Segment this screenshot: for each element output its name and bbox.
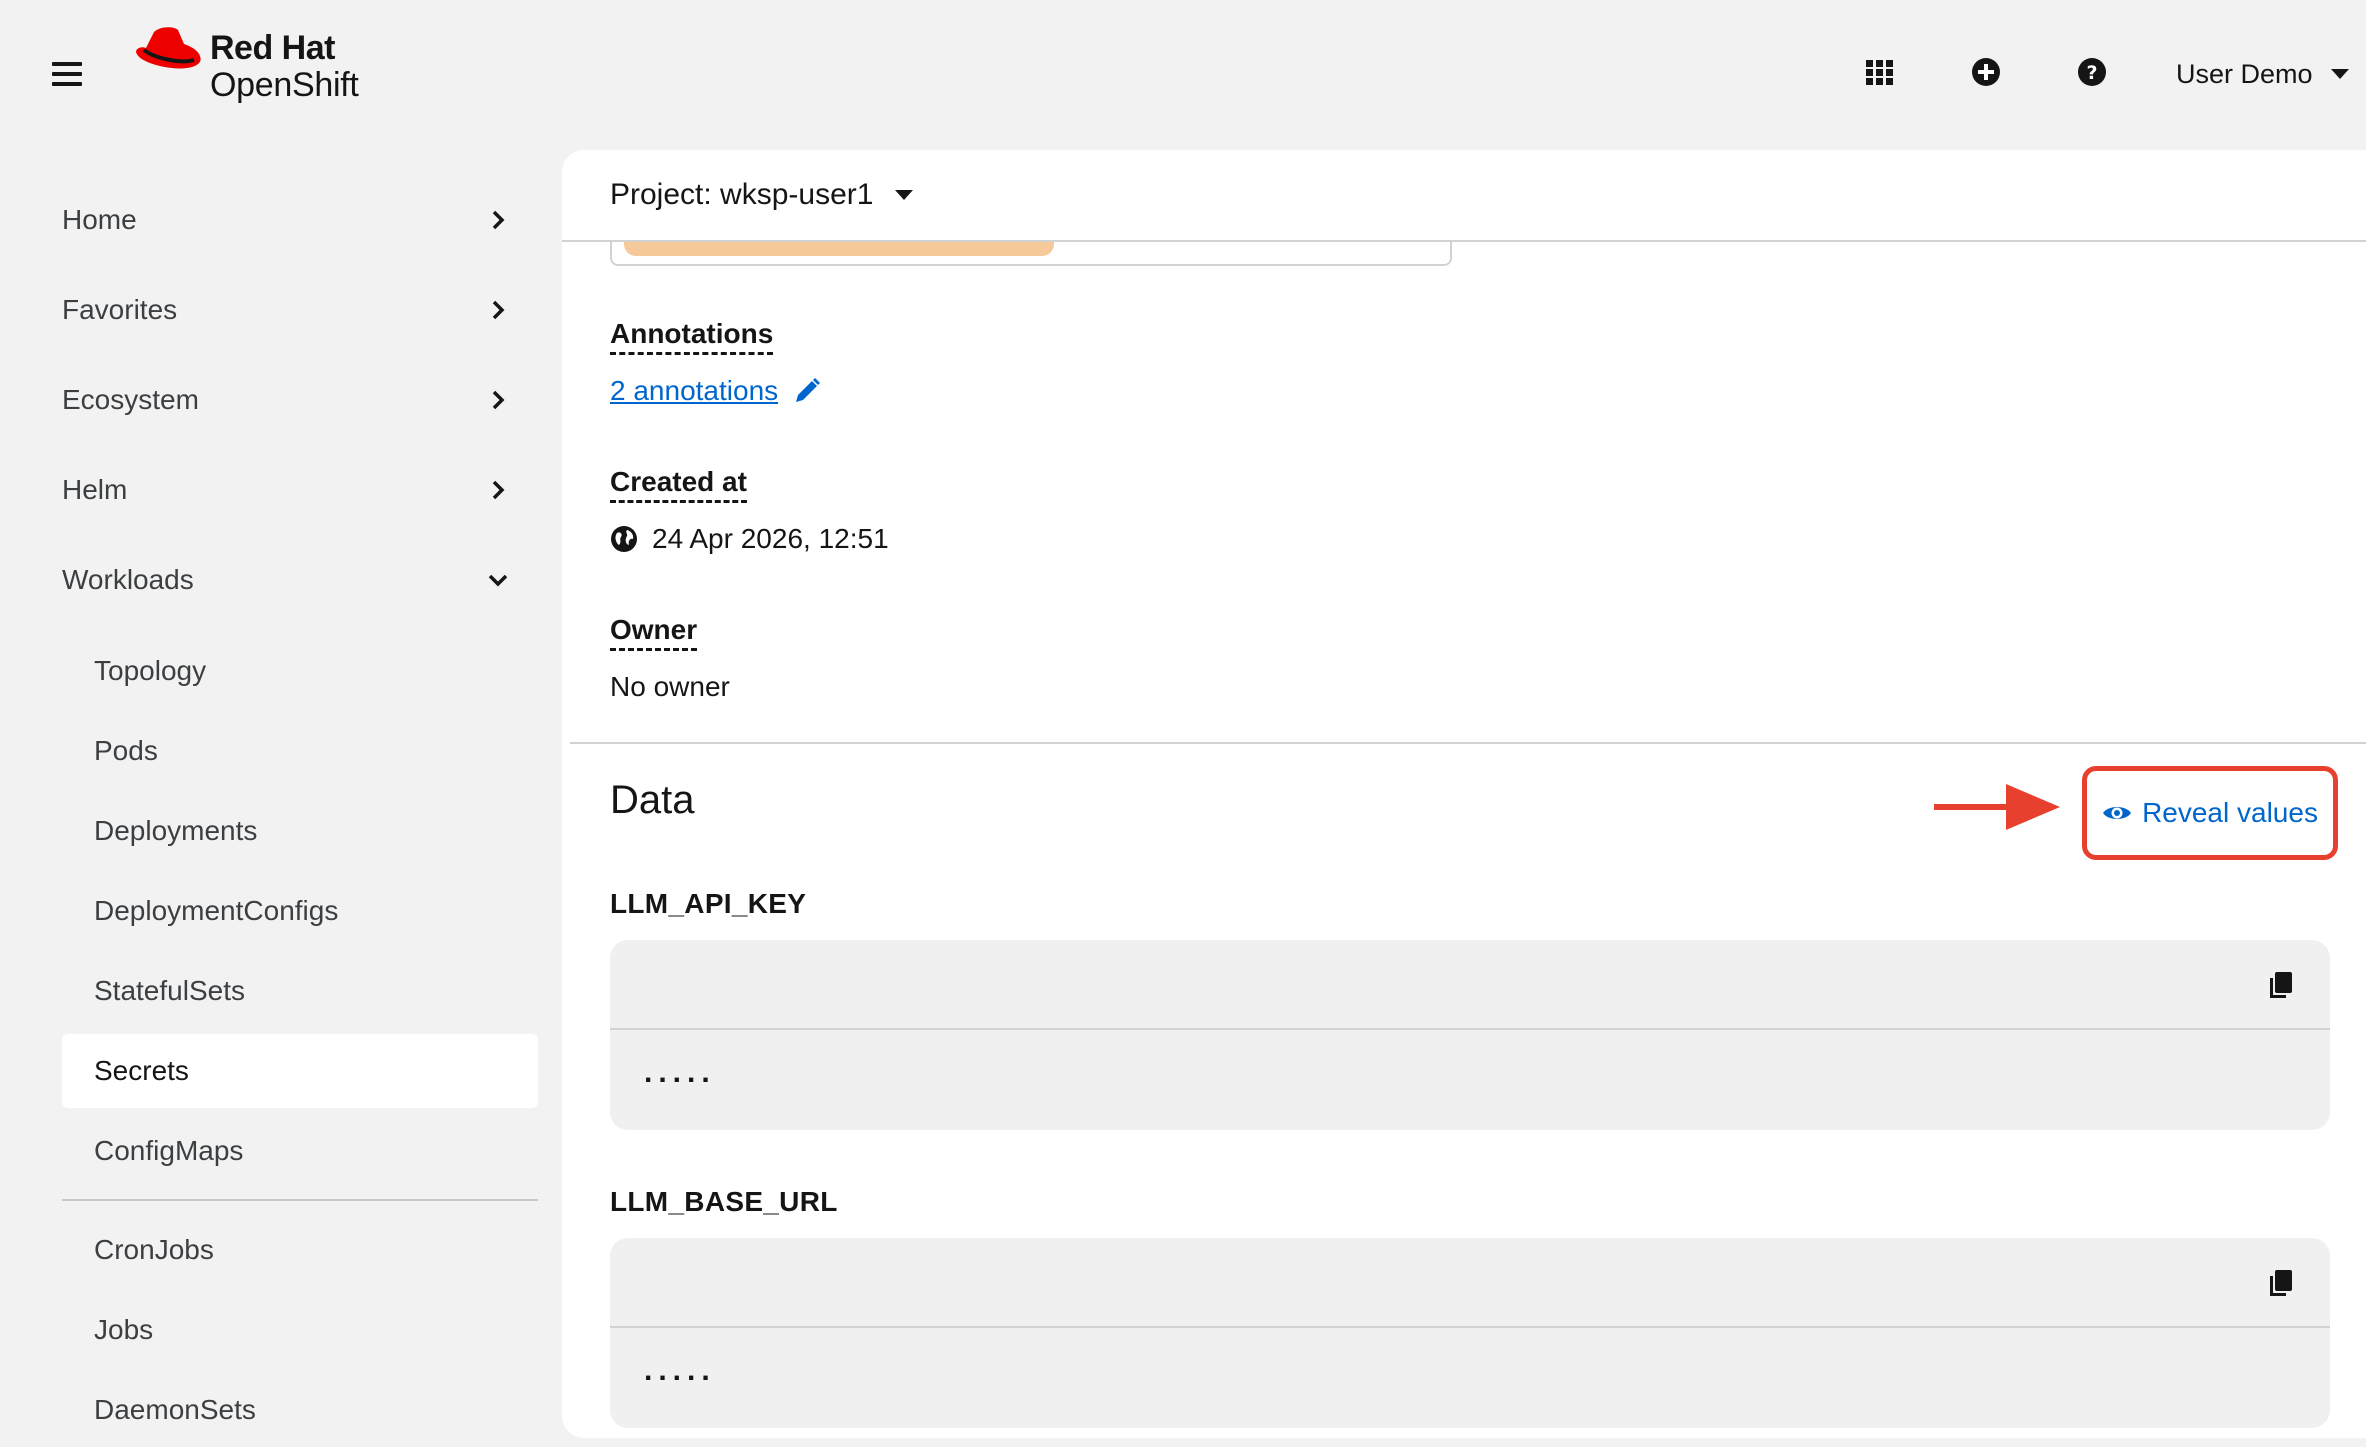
- section-divider: [570, 742, 2366, 744]
- sidebar-item-jobs[interactable]: Jobs: [62, 1293, 538, 1367]
- hamburger-menu-icon[interactable]: [52, 62, 82, 86]
- sidebar-item-label: Ecosystem: [62, 384, 199, 415]
- sidebar-divider: [62, 1199, 538, 1201]
- sidebar-item-secrets[interactable]: Secrets: [62, 1034, 538, 1108]
- brand-line-1: Red Hat: [210, 29, 335, 67]
- main-panel: Project: wksp-user1 Annotations 2 annota…: [562, 150, 2366, 1438]
- app-launcher-icon[interactable]: [1862, 54, 1898, 90]
- sidebar-item-label: Helm: [62, 474, 128, 505]
- code-block-header: [610, 1238, 2330, 1328]
- caret-down-icon: [895, 190, 914, 200]
- chevron-down-icon: [488, 574, 508, 587]
- secret-value-block: .....: [610, 940, 2330, 1130]
- sidebar-item-deployments[interactable]: Deployments: [62, 794, 538, 868]
- sidebar-item-label: Workloads: [62, 564, 194, 595]
- copy-icon[interactable]: [2266, 970, 2294, 1000]
- owner-value: No owner: [610, 671, 730, 702]
- data-section-title: Data: [610, 778, 695, 822]
- globe-icon: [611, 526, 637, 552]
- created-at-label: Created at: [610, 466, 747, 503]
- code-block-header: [610, 940, 2330, 1030]
- secret-key-label: LLM_BASE_URL: [610, 1186, 838, 1217]
- reveal-values-label: Reveal values: [2142, 797, 2318, 828]
- svg-text:?: ?: [2086, 62, 2097, 84]
- sidebar-item-workloads[interactable]: Workloads: [62, 554, 512, 606]
- annotations-value: 2 annotations: [610, 374, 822, 408]
- user-name: User Demo: [2176, 58, 2313, 89]
- annotations-label: Annotations: [610, 318, 774, 355]
- quick-create-icon[interactable]: [1968, 54, 2004, 90]
- sidebar-item-helm[interactable]: Helm: [62, 464, 512, 516]
- eye-icon: [2103, 807, 2132, 819]
- copy-icon[interactable]: [2266, 1268, 2294, 1298]
- created-at-value: 24 Apr 2026, 12:51: [610, 522, 889, 556]
- user-menu[interactable]: User Demo: [2176, 54, 2349, 94]
- brand-line-2: OpenShift: [210, 66, 359, 104]
- sidebar-item-statefulsets[interactable]: StatefulSets: [62, 954, 538, 1028]
- project-bar: Project: wksp-user1: [562, 150, 2366, 242]
- sidebar-item-home[interactable]: Home: [62, 194, 512, 246]
- label-chip: [624, 242, 1054, 256]
- owner-label: Owner: [610, 614, 698, 651]
- chevron-right-icon: [492, 390, 505, 410]
- chevron-right-icon: [492, 480, 505, 500]
- reveal-values-button[interactable]: Reveal values: [2093, 777, 2327, 849]
- annotations-link[interactable]: 2 annotations: [610, 374, 778, 408]
- chevron-right-icon: [492, 300, 505, 320]
- masked-value: .....: [644, 1354, 716, 1387]
- sidebar-item-label: Favorites: [62, 294, 178, 325]
- pencil-edit-icon[interactable]: [792, 376, 822, 406]
- masked-value: .....: [644, 1056, 716, 1089]
- secret-key-label: LLM_API_KEY: [610, 888, 807, 919]
- sidebar-item-label: Home: [62, 204, 137, 235]
- brand-logo[interactable]: Red Hat OpenShift: [134, 26, 394, 106]
- masthead: Red Hat OpenShift ? User Demo: [0, 0, 2366, 150]
- red-hat-logo-icon: [136, 27, 201, 69]
- sidebar-item-deploymentconfigs[interactable]: DeploymentConfigs: [62, 874, 538, 948]
- sidebar-nav: Home Favorites Ecosystem Helm Workloads …: [0, 180, 560, 1444]
- sidebar-item-pods[interactable]: Pods: [62, 714, 538, 788]
- labels-card: [610, 242, 1452, 266]
- sidebar-item-topology[interactable]: Topology: [62, 634, 538, 708]
- created-at-text: 24 Apr 2026, 12:51: [652, 523, 889, 554]
- caret-down-icon: [2330, 69, 2349, 79]
- sidebar-item-cronjobs[interactable]: CronJobs: [62, 1213, 538, 1287]
- chevron-right-icon: [492, 210, 505, 230]
- arrow-annotation-icon: [1934, 784, 2060, 830]
- sidebar-item-configmaps[interactable]: ConfigMaps: [62, 1114, 538, 1188]
- sidebar-item-daemonsets[interactable]: DaemonSets: [62, 1373, 538, 1447]
- highlight-box: Reveal values: [2082, 766, 2338, 860]
- sidebar-item-ecosystem[interactable]: Ecosystem: [62, 374, 512, 426]
- sidebar-item-favorites[interactable]: Favorites: [62, 284, 512, 336]
- project-selector[interactable]: Project: wksp-user1: [610, 178, 914, 212]
- secret-value-block: .....: [610, 1238, 2330, 1428]
- project-selector-label: Project: wksp-user1: [610, 178, 874, 211]
- help-icon[interactable]: ?: [2074, 54, 2110, 90]
